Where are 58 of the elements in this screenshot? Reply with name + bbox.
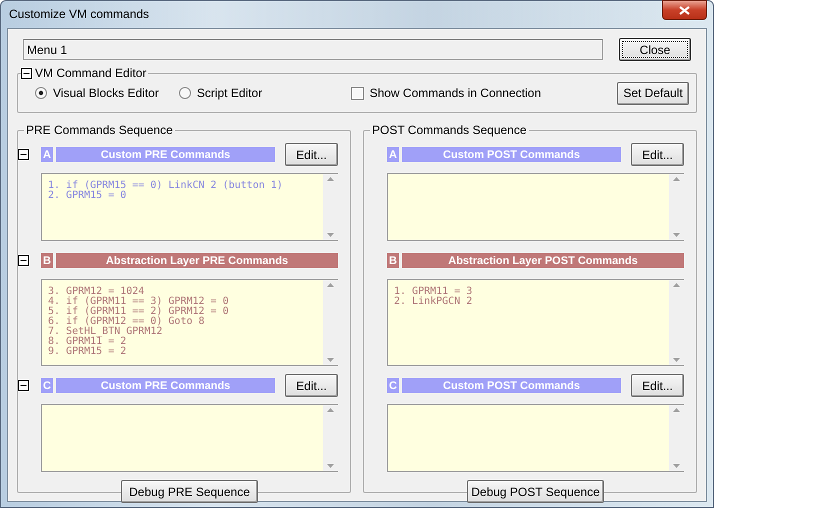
group-title: PRE Commands Sequence — [24, 123, 175, 137]
collapse-icon[interactable] — [18, 149, 29, 160]
scroll-bar[interactable] — [669, 405, 684, 471]
window-title: Customize VM commands — [9, 7, 150, 21]
edit-button[interactable]: Edit... — [631, 143, 684, 166]
collapse-icon[interactable] — [18, 255, 29, 266]
block-letter: A — [41, 147, 53, 162]
command-list[interactable]: 3. GPRM12 = 1024 4. if (GPRM11 == 3) GPRM12 = 0 5. if (GPRM11 == 2) GPRM12 = 0 6. if (GPRM12 == 0) Goto 8 7. SetHL_BTN GPRM12 8. GPRM11 = 2 9. GPRM15 = 2 — [41, 279, 338, 366]
radio-button[interactable] — [178, 87, 191, 99]
command-line: 2. LinkPGCN 2 — [394, 297, 472, 307]
debug-button[interactable]: Debug PRE Sequence — [121, 480, 258, 503]
collapse-icon[interactable] — [18, 380, 29, 391]
block-title-bar: Custom PRE Commands — [56, 147, 275, 162]
command-list[interactable] — [387, 404, 684, 472]
collapse-icon[interactable] — [21, 68, 32, 78]
radio-button[interactable] — [35, 87, 47, 99]
menu-name-field[interactable]: Menu 1 — [23, 39, 603, 60]
block-title-bar: Custom POST Commands — [402, 378, 621, 393]
command-list[interactable] — [387, 173, 684, 241]
command-line: 9. GPRM15 = 2 — [48, 347, 126, 357]
block-letter: C — [41, 378, 53, 393]
command-line: 7. SetHL_BTN GPRM12 — [48, 327, 162, 337]
block-letter: B — [41, 253, 53, 268]
command-line: 5. if (GPRM11 == 2) GPRM12 = 0 — [48, 307, 229, 317]
command-list[interactable]: 1. GPRM11 = 3 2. LinkPGCN 2 — [387, 279, 684, 366]
command-line: 1. GPRM11 = 3 — [394, 287, 472, 297]
command-line: 6. if (GPRM12 == 0) Goto 8 — [48, 317, 205, 327]
radio-label: Visual Blocks Editor — [53, 86, 159, 100]
scroll-bar[interactable] — [669, 174, 684, 240]
command-line: 3. GPRM12 = 1024 — [48, 287, 144, 297]
command-line: 1. if (GPRM15 == 0) LinkCN 2 (button 1) — [48, 181, 283, 191]
checkbox-label: Show Commands in Connection — [370, 86, 541, 100]
edit-button[interactable]: Edit... — [285, 374, 338, 397]
close-icon[interactable] — [662, 0, 707, 20]
checkbox[interactable] — [350, 86, 364, 100]
command-line: 2. GPRM15 = 0 — [48, 191, 126, 201]
scroll-bar[interactable] — [323, 174, 338, 240]
scroll-bar[interactable] — [323, 405, 338, 471]
command-line: 4. if (GPRM11 == 3) GPRM12 = 0 — [48, 297, 229, 307]
debug-button[interactable]: Debug POST Sequence — [467, 480, 604, 503]
block-title-bar: Abstraction Layer POST Commands — [402, 253, 684, 268]
block-letter: A — [387, 147, 399, 162]
scroll-bar[interactable] — [323, 280, 338, 365]
edit-button[interactable]: Edit... — [631, 374, 684, 397]
block-title-bar: Abstraction Layer PRE Commands — [56, 253, 338, 268]
command-list[interactable] — [41, 404, 338, 472]
group-title: POST Commands Sequence — [370, 123, 529, 137]
block-title-bar: Custom PRE Commands — [56, 378, 275, 393]
block-letter: C — [387, 378, 399, 393]
group-title: VM Command Editor — [35, 66, 146, 80]
scroll-bar[interactable] — [669, 280, 684, 365]
edit-button[interactable]: Edit... — [285, 143, 338, 166]
block-letter: B — [387, 253, 399, 268]
close-button[interactable]: Close — [619, 38, 691, 61]
radio-label: Script Editor — [196, 86, 262, 100]
set-default-button[interactable]: Set Default — [617, 82, 689, 104]
command-line: 8. GPRM11 = 2 — [48, 337, 126, 347]
block-title-bar: Custom POST Commands — [402, 147, 621, 162]
